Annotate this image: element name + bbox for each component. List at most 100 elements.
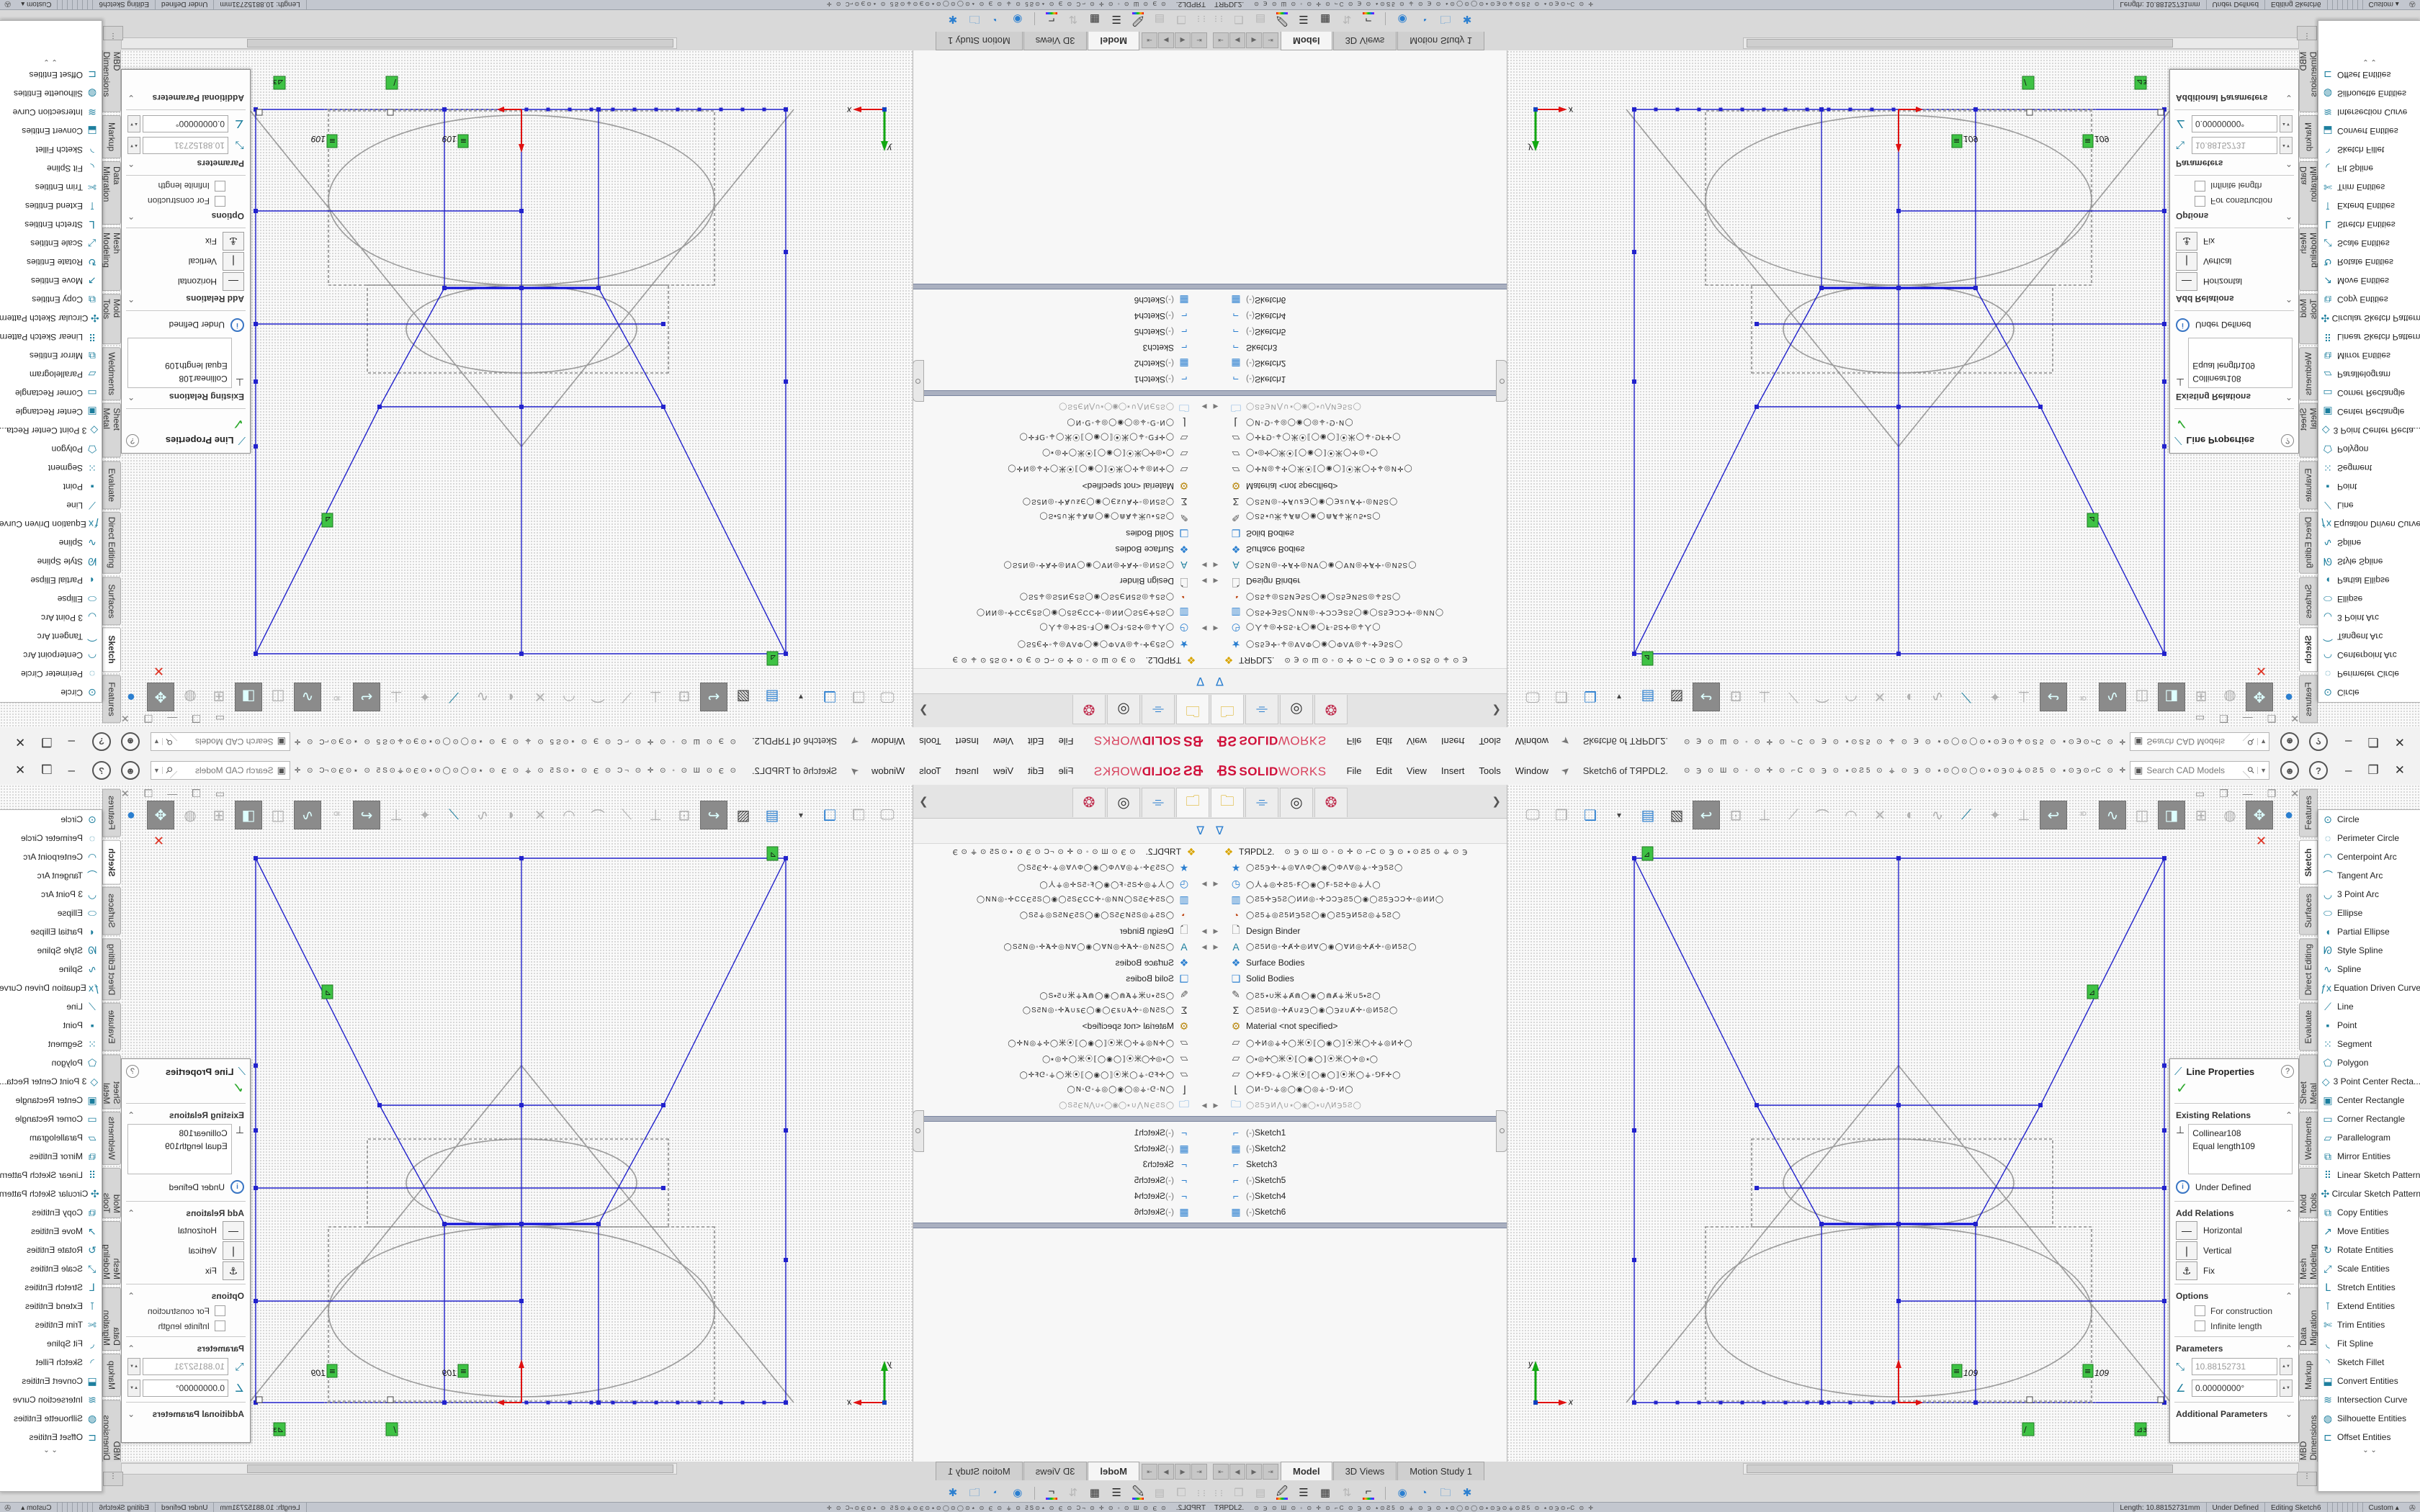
doc-restore-button[interactable]: ❐ (144, 788, 153, 800)
collapse-icon[interactable]: ⌃ (2285, 1291, 2293, 1301)
menu-item-parallelogram[interactable]: ▱Parallelogram (2318, 1128, 2420, 1147)
toolbar-icon[interactable]: ◍ (2217, 683, 2243, 711)
status-toolbar-icon[interactable]: 🖉 (1271, 11, 1293, 27)
menu-item-perimeter-circle[interactable]: ◌Perimeter Circle (2318, 665, 2420, 683)
tree-item[interactable]: ★◯Ƨ5℈✛◦⚶◎ⱯɅΦ◯◉◯ΦɅⱯ◎⚶◦✛℈5Ƨ◯ (1210, 860, 1507, 876)
tree-item-sketch5[interactable]: ⌐(-) Sketch5 (913, 324, 1210, 340)
help-icon[interactable]: ? (2309, 761, 2328, 780)
tree-item[interactable]: ▥◯Ƨ5✛℈5Ƨ◯ͶͶ◎◦✛ƆƆ℈Ƨ5◯◉◯Ƨ5℈ƆƆ✛◦◎ͶͶ◯ (1210, 605, 1507, 621)
tree-item-sketch1[interactable]: ⌐(-) Sketch1 (913, 372, 1210, 387)
for-construction-checkbox[interactable] (2195, 1305, 2205, 1316)
toolbar-icon[interactable]: ✥ (147, 801, 174, 829)
menu-item-circle[interactable]: ⊙Circle (0, 683, 102, 702)
pin-icon[interactable]: ➤ (847, 734, 861, 750)
scrollbar-thumb[interactable] (247, 1464, 673, 1473)
toolbar-icon[interactable]: ◠ (556, 683, 582, 711)
angle-field[interactable]: 0.00000000° (2192, 115, 2277, 132)
tree-item-part[interactable]: ❖TЯPDL2. ⊙ ℈ ⊙ Ш ⊙ ◦ ⊙ ✛ ⊙ ⌐C ⊙ ℈ ⊙ ٭ ⊙ … (1210, 844, 1507, 860)
angle-spinner[interactable]: ▲▼ (2280, 115, 2293, 132)
help-icon[interactable]: ? (2281, 434, 2294, 447)
toolbar-icon[interactable]: ▧ (1664, 801, 1690, 829)
infinite-length-checkbox[interactable] (215, 181, 225, 192)
angle-spinner[interactable]: ▲▼ (127, 1380, 140, 1397)
menu-window[interactable]: Window (864, 734, 912, 750)
commandmanager-tab-evaluate[interactable]: Evaluate (2299, 1003, 2318, 1051)
tree-item-sketch2[interactable]: ▦(-) Sketch2 (1210, 1140, 1507, 1156)
toolbar-icon[interactable]: ▾ (1606, 801, 1632, 829)
menu-item-offset-entities[interactable]: ⊏Offset Entities (0, 66, 102, 84)
length-spinner[interactable]: ▲▼ (127, 1358, 140, 1375)
tree-tab-3[interactable]: ❂ (1072, 788, 1106, 817)
menu-item-equation-driven-curve[interactable]: ƒxEquation Driven Curve (0, 515, 102, 534)
tab-nav-button[interactable]: ▶ (1158, 32, 1174, 48)
menu-item-extend-entities[interactable]: ⊺Extend Entities (2318, 197, 2420, 215)
status-toolbar-icon[interactable]: 🖉 (1271, 1485, 1293, 1501)
search-box[interactable]: ▣ Search CAD Models ⚲ ▼ (151, 761, 290, 780)
commandmanager-tab-data-migration[interactable]: Data Migration (2299, 1287, 2318, 1351)
menu-item-center-rectangle[interactable]: ▣Center Rectangle (0, 1091, 102, 1110)
status-toolbar-icon[interactable]: ⌐ (1041, 1485, 1062, 1501)
search-input[interactable]: Search CAD Models (176, 765, 274, 775)
tree-item-sketch5[interactable]: ⌐(-) Sketch5 (1210, 1172, 1507, 1188)
commandmanager-tab-features[interactable]: Features (102, 789, 121, 837)
tree-item[interactable]: ◔◯Ƨ5⚶◎Ƨ5Ͷ℈5Ƨ◯◉◯Ƨ5℈Ͷ5Ƨ◎⚶5Ƨ◯ (1210, 589, 1507, 605)
tree-item-sketch2[interactable]: ▦(-) Sketch2 (913, 1140, 1210, 1156)
menu-item-trim-entities[interactable]: ✄Trim Entities (0, 178, 102, 197)
menu-item-tangent-arc[interactable]: ⌒Tangent Arc (2318, 866, 2420, 885)
menu-item-move-entities[interactable]: ↗Move Entities (0, 1222, 102, 1241)
tree-item[interactable]: ⌊◯Ͷ◦⅁◦⚶◎◯◉◯◎⚶◦⅁◦Ͷ◯ (913, 415, 1210, 431)
tree-item[interactable]: ▥◯Ƨ5✛℈5Ƨ◯ͶͶ◎◦✛ƆƆ℈Ƨ5◯◉◯Ƨ5℈ƆƆ✛◦◎ͶͶ◯ (913, 891, 1210, 907)
menu-item-scale-entities[interactable]: ⤢Scale Entities (0, 234, 102, 253)
menu-tools[interactable]: Tools (912, 734, 948, 750)
menu-item-point[interactable]: ▪Point (0, 477, 102, 496)
menu-item-corner-rectangle[interactable]: ▭Corner Rectangle (2318, 384, 2420, 402)
commandmanager-tab-sketch[interactable]: Sketch (102, 840, 121, 885)
tree-item-sketch4[interactable]: ⌐(-) Sketch4 (1210, 308, 1507, 324)
search-input[interactable]: Search CAD Models (2146, 737, 2244, 747)
tree-tab-1[interactable]: ⌯ (1142, 696, 1175, 725)
toolbar-icon[interactable]: ⊞ (206, 683, 232, 711)
tree-tab-2[interactable]: ◎ (1280, 788, 1313, 817)
tab-nav-button[interactable]: ◀ (1229, 1464, 1245, 1480)
search-icon[interactable]: ⚲ (2243, 762, 2259, 778)
commandmanager-tab-mold-tools[interactable]: Mold Tools (2299, 294, 2318, 344)
toolbar-icon[interactable]: ▾ (788, 683, 814, 711)
toolbar-icon[interactable]: ✦ (1982, 683, 2008, 711)
menu-item-partial-ellipse[interactable]: ◖Partial Ellipse (2318, 922, 2420, 941)
menu-item-3-point-center-recta-[interactable]: ◇3 Point Center Recta... (2318, 1072, 2420, 1091)
menu-item-scale-entities[interactable]: ⤢Scale Entities (0, 1259, 102, 1278)
tree-tab-3[interactable]: ❂ (1072, 696, 1106, 725)
horizontal-scrollbar[interactable] (1743, 1463, 2299, 1475)
tree-item[interactable]: ⚙Material <not specified> (1210, 1018, 1507, 1034)
tree-item[interactable]: ✎◯Ƨ5٭∪米⚶Ⱥ⋒◯◉◯⋒Ⱥ⚶米∪٭5Ƨ◯ (913, 986, 1210, 1002)
tab-nav-button[interactable]: ◀ (1175, 32, 1191, 48)
doc-tab-model[interactable]: Model (1281, 1462, 1332, 1480)
doc-tab-3d-views[interactable]: 3D Views (1023, 1462, 1088, 1480)
menu-window[interactable]: Window (1508, 762, 1556, 779)
doc-tab-3d-views[interactable]: 3D Views (1333, 32, 1397, 50)
tree-item[interactable]: ▱◯✛Ꞙ⅁◦⚶◯米⦿⟦◯◉◯⟧⦿米◯⚶◦⅁Ꞙ✛◯ (1210, 431, 1507, 446)
tree-tab-3[interactable]: ❂ (1314, 696, 1348, 725)
menu-file[interactable]: File (1340, 734, 1369, 750)
menu-item-point[interactable]: ▪Point (0, 1016, 102, 1035)
commandmanager-tab-mbd-dimensions[interactable]: MBD Dimensions (2299, 1400, 2318, 1465)
toolbar-icon[interactable]: ◫ (2129, 801, 2155, 829)
menu-item-copy-entities[interactable]: ⧉Copy Entities (0, 1203, 102, 1222)
doc-close-button[interactable]: ✕ (2290, 788, 2299, 800)
tab-nav-button[interactable]: ▶ (1246, 1464, 1262, 1480)
angle-field[interactable]: 0.00000000° (143, 115, 228, 132)
toolbar-icon[interactable]: ↩ (353, 801, 380, 829)
relation-button-vertical[interactable]: ❘ (2176, 252, 2197, 271)
tree-item[interactable]: ▶A◯Ƨ5Ͷ◎◦✛Ⱥ✛◎ͶⱯ◯◉◯ⱯͶ◎✛Ⱥ✛◦◎Ͷ5Ƨ◯ (913, 557, 1210, 573)
status-toolbar-icon[interactable]: ⇅ (1336, 1485, 1358, 1501)
commandmanager-tab-mbd-dimensions[interactable]: MBD Dimensions (2299, 47, 2318, 112)
collapse-icon[interactable]: ⌃ (127, 211, 135, 221)
toolbar-icon[interactable]: ✦ (412, 683, 438, 711)
doc-close-button[interactable]: ✕ (2290, 712, 2299, 724)
menu-item-mirror-entities[interactable]: ⧉Mirror Entities (2318, 346, 2420, 365)
length-spinner[interactable]: ▲▼ (2280, 1358, 2293, 1375)
commandmanager-tab-mold-tools[interactable]: Mold Tools (102, 294, 121, 344)
status-toolbar-icon[interactable]: ✱ (942, 11, 964, 27)
doc-cascade-icon[interactable]: ❒ (2219, 712, 2228, 724)
doc-tab-motion-study-1[interactable]: Motion Study 1 (1397, 1462, 1484, 1480)
